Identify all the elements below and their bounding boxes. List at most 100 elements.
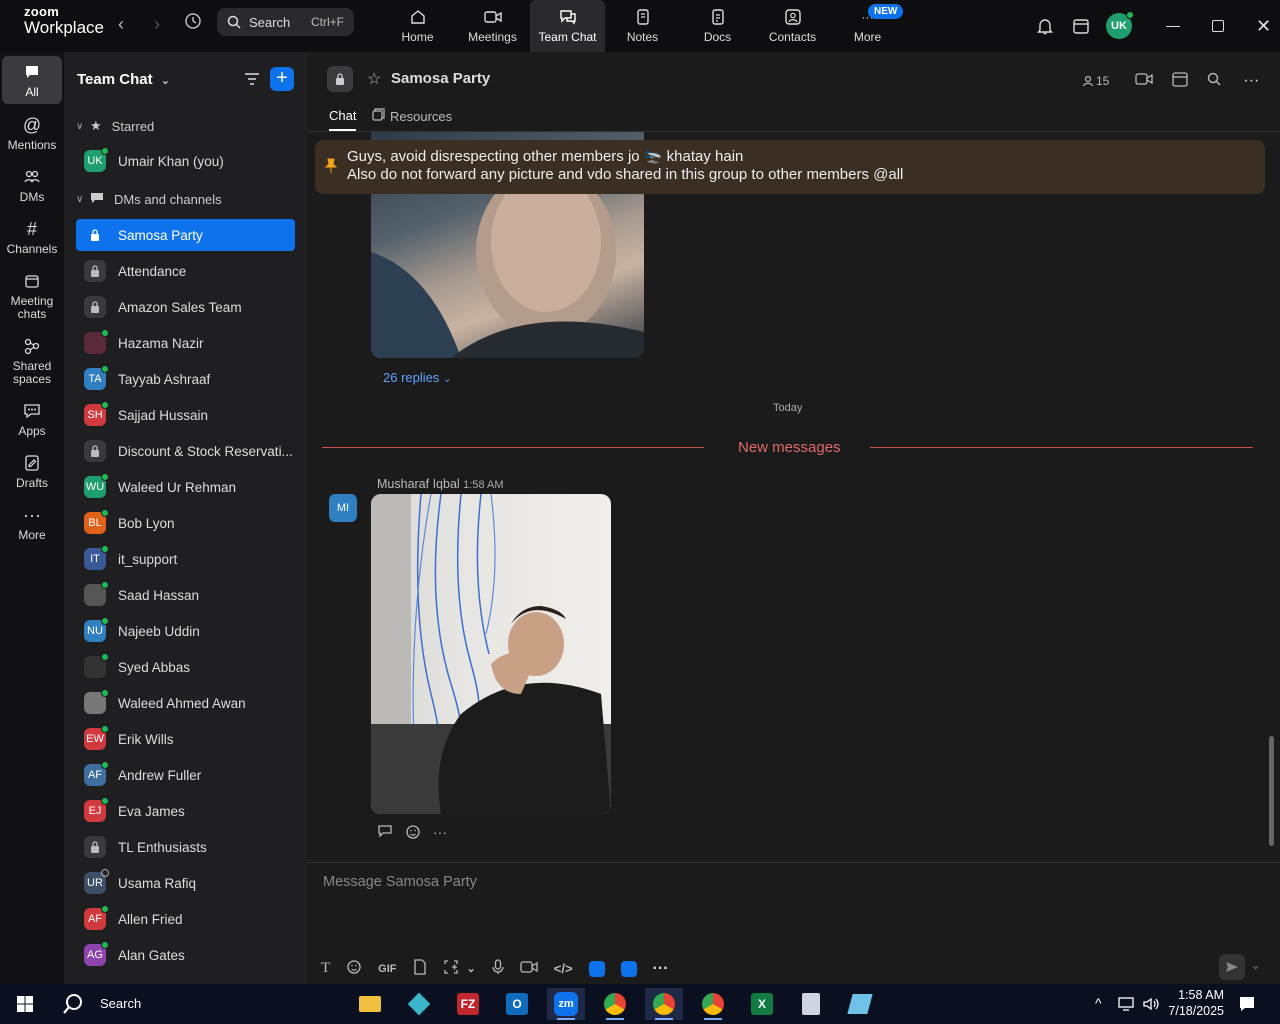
send-options-chevron-icon[interactable]: ⌄ (1251, 959, 1260, 972)
video-call-icon[interactable] (1135, 72, 1154, 89)
user-avatar[interactable]: UK (1106, 11, 1134, 39)
back-arrow-icon[interactable]: ‹ (109, 12, 133, 36)
sidebar-item[interactable]: EW Erik Wills (76, 723, 295, 755)
list-item[interactable]: UK Umair Khan (you) (76, 145, 295, 177)
star-outline-icon[interactable]: ☆ (367, 69, 381, 89)
sender-name[interactable]: Musharaf Iqbal (377, 477, 460, 491)
sidebar-item[interactable]: Saad Hassan (76, 579, 295, 611)
text-format-icon[interactable]: T (321, 960, 330, 977)
excel-icon[interactable]: X (743, 988, 781, 1020)
taskbar-clock[interactable]: 1:58 AM 7/18/2025 (1166, 987, 1224, 1019)
notifications-icon[interactable] (1238, 995, 1256, 1018)
message-more-icon[interactable]: ··· (433, 824, 447, 843)
chrome-icon[interactable] (596, 988, 634, 1020)
tab-chat[interactable]: Chat (329, 108, 357, 131)
rail-dms[interactable]: DMs (2, 166, 62, 204)
schedule-icon[interactable] (1171, 70, 1189, 91)
sidebar-title[interactable]: Team Chat ⌄ (77, 71, 170, 88)
calculator-icon[interactable] (792, 988, 830, 1020)
emoji-reaction-icon[interactable] (405, 824, 421, 843)
new-chat-button[interactable]: + (270, 67, 294, 91)
tab-notes[interactable]: Notes (605, 0, 680, 52)
windows-start-icon[interactable] (6, 988, 44, 1020)
rail-meeting-chats[interactable]: Meeting chats (2, 270, 62, 321)
tab-more[interactable]: ··· More NEW (830, 0, 905, 52)
replies-link[interactable]: 26 replies ⌄ (383, 370, 451, 385)
reply-thread-icon[interactable] (377, 824, 393, 843)
close-icon[interactable]: ✕ (1256, 16, 1271, 37)
file-explorer-icon[interactable] (351, 988, 389, 1020)
outlook-icon[interactable]: O (498, 988, 536, 1020)
sidebar-item[interactable]: UR Usama Rafiq (76, 867, 295, 899)
sidebar-item[interactable]: TA Tayyab Ashraaf (76, 363, 295, 395)
rail-more[interactable]: ··· More (2, 504, 62, 542)
shared-photo-2[interactable] (371, 494, 611, 814)
sidebar-item[interactable]: IT it_support (76, 543, 295, 575)
sender-avatar[interactable]: MI (329, 494, 357, 522)
sidebar-item[interactable]: TL Enthusiasts (76, 831, 295, 863)
chevron-down-icon[interactable]: ⌄ (467, 962, 476, 975)
sidebar-item[interactable]: Hazama Nazir (76, 327, 295, 359)
volume-icon[interactable] (1142, 996, 1160, 1017)
rail-drafts[interactable]: Drafts (2, 452, 62, 490)
pinned-message-banner[interactable]: Guys, avoid disrespecting other members … (315, 140, 1265, 194)
sidebar-item[interactable]: BL Bob Lyon (76, 507, 295, 539)
sidebar-item[interactable]: Attendance (76, 255, 295, 287)
history-icon[interactable] (181, 12, 205, 36)
section-starred[interactable]: ∨ ★ Starred (76, 118, 154, 134)
rail-mentions[interactable]: @ Mentions (2, 114, 62, 152)
notification-bell-icon[interactable] (1034, 17, 1056, 35)
message-input[interactable]: Message Samosa Party (323, 874, 477, 890)
tab-docs[interactable]: Docs (680, 0, 755, 52)
microphone-icon[interactable] (492, 959, 504, 978)
tab-team-chat[interactable]: Team Chat (530, 0, 605, 52)
filezilla-icon[interactable]: FZ (449, 988, 487, 1020)
search-channel-icon[interactable] (1207, 72, 1221, 89)
app-zoom-icon[interactable] (620, 960, 637, 977)
chat-scrollbar[interactable] (1268, 132, 1276, 848)
tab-home[interactable]: Home (380, 0, 455, 52)
sidebar-item[interactable]: Syed Abbas (76, 651, 295, 683)
minimize-icon[interactable] (1166, 25, 1180, 27)
send-button[interactable] (1219, 954, 1245, 980)
taskbar-search-icon[interactable] (54, 988, 92, 1020)
sidebar-item[interactable]: WU Waleed Ur Rehman (76, 471, 295, 503)
sidebar-item[interactable]: AF Allen Fried (76, 903, 295, 935)
sidebar-item[interactable]: Samosa Party (76, 219, 295, 251)
restore-icon[interactable] (1212, 20, 1224, 32)
tab-resources[interactable]: Resources (372, 108, 452, 124)
members-button[interactable]: 15 (1082, 74, 1109, 88)
more-options-icon[interactable]: ··· (1243, 72, 1259, 90)
gif-button[interactable]: GIF (378, 963, 396, 975)
sidebar-item[interactable]: AG Alan Gates (76, 939, 295, 971)
code-snippet-icon[interactable]: </> (554, 961, 573, 976)
app-diamond-icon[interactable] (400, 988, 438, 1020)
sidebar-item[interactable]: SH Sajjad Hussain (76, 399, 295, 431)
section-dms-channels[interactable]: ∨ DMs and channels (76, 192, 222, 207)
forward-arrow-icon[interactable]: › (145, 12, 169, 36)
notepad-icon[interactable] (841, 988, 879, 1020)
scrollbar-thumb[interactable] (1269, 736, 1274, 846)
network-icon[interactable] (1118, 996, 1136, 1017)
sidebar-item[interactable]: Waleed Ahmed Awan (76, 687, 295, 719)
chrome-profile-icon[interactable] (645, 988, 683, 1020)
show-hidden-icons[interactable]: ^ (1095, 995, 1102, 1011)
sidebar-item[interactable]: AF Andrew Fuller (76, 759, 295, 791)
calendar-icon[interactable] (1070, 17, 1092, 35)
file-icon[interactable] (413, 959, 427, 978)
sidebar-item[interactable]: NU Najeeb Uddin (76, 615, 295, 647)
chrome-second-icon[interactable] (694, 988, 732, 1020)
taskbar-search-label[interactable]: Search (100, 996, 141, 1011)
sidebar-item[interactable]: EJ Eva James (76, 795, 295, 827)
more-tools-icon[interactable]: ··· (653, 960, 669, 978)
video-message-icon[interactable] (520, 960, 538, 977)
zoom-app-icon[interactable]: zm (547, 988, 585, 1020)
tab-contacts[interactable]: Contacts (755, 0, 830, 52)
emoji-icon[interactable] (346, 959, 362, 978)
screenshot-icon[interactable] (443, 959, 459, 978)
rail-shared-spaces[interactable]: Shared spaces (2, 335, 62, 386)
rail-channels[interactable]: # Channels (2, 218, 62, 256)
rail-apps[interactable]: Apps (2, 400, 62, 438)
search-input[interactable]: Search Ctrl+F (217, 8, 354, 36)
tab-meetings[interactable]: Meetings (455, 0, 530, 52)
